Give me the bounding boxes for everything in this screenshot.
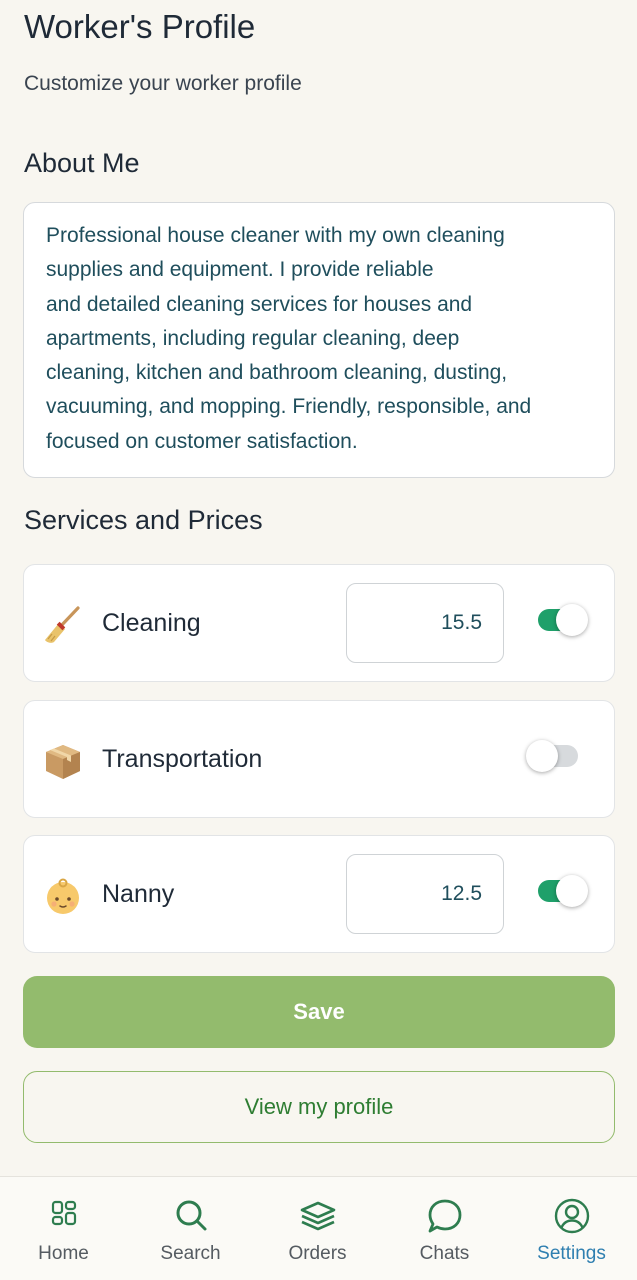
service-card-cleaning: Cleaning 15.5 (23, 564, 615, 682)
nav-label: Search (160, 1243, 221, 1264)
price-input-cleaning[interactable]: 15.5 (346, 583, 504, 663)
nav-item-chats[interactable]: Chats (381, 1177, 508, 1280)
user-circle-icon (554, 1198, 590, 1234)
nav-label: Orders (288, 1243, 347, 1264)
service-card-transportation: Transportation (23, 700, 615, 818)
save-button[interactable]: Save (23, 976, 615, 1048)
about-heading: About Me (24, 148, 140, 178)
grid-icon (51, 1200, 77, 1226)
bottom-nav: Home Search Orders Chats Settings (0, 1176, 637, 1280)
nav-item-settings[interactable]: Settings (508, 1177, 635, 1280)
nav-item-search[interactable]: Search (127, 1177, 254, 1280)
nav-item-orders[interactable]: Orders (254, 1177, 381, 1280)
package-icon (46, 745, 80, 779)
service-card-nanny: Nanny 12.5 (23, 835, 615, 953)
layers-icon (300, 1201, 336, 1231)
toggle-knob (556, 604, 588, 636)
toggle-knob (526, 740, 558, 772)
service-toggle-transportation[interactable] (526, 740, 578, 772)
service-name: Nanny (102, 880, 175, 908)
view-profile-button[interactable]: View my profile (23, 1071, 615, 1143)
nav-label: Chats (419, 1243, 470, 1264)
broom-icon (45, 606, 80, 643)
toggle-knob (556, 875, 588, 907)
search-icon (176, 1200, 207, 1231)
chat-icon (428, 1199, 462, 1233)
baby-icon (47, 878, 79, 914)
service-toggle-nanny[interactable] (538, 875, 588, 907)
services-heading: Services and Prices (24, 505, 263, 535)
price-input-nanny[interactable]: 12.5 (346, 854, 504, 934)
nav-item-home[interactable]: Home (0, 1177, 127, 1280)
nav-label: Home (38, 1243, 89, 1264)
about-text: Professional house cleaner with my own c… (46, 224, 532, 453)
page-subtitle: Customize your worker profile (24, 72, 302, 95)
service-name: Cleaning (102, 609, 201, 637)
nav-label: Settings (537, 1243, 606, 1264)
page-title: Worker's Profile (24, 8, 256, 45)
worker-profile-screen: Worker's Profile Customize your worker p… (0, 0, 637, 1280)
service-name: Transportation (102, 745, 263, 773)
service-toggle-cleaning[interactable] (538, 604, 588, 636)
about-textarea[interactable]: Professional house cleaner with my own c… (23, 202, 615, 478)
